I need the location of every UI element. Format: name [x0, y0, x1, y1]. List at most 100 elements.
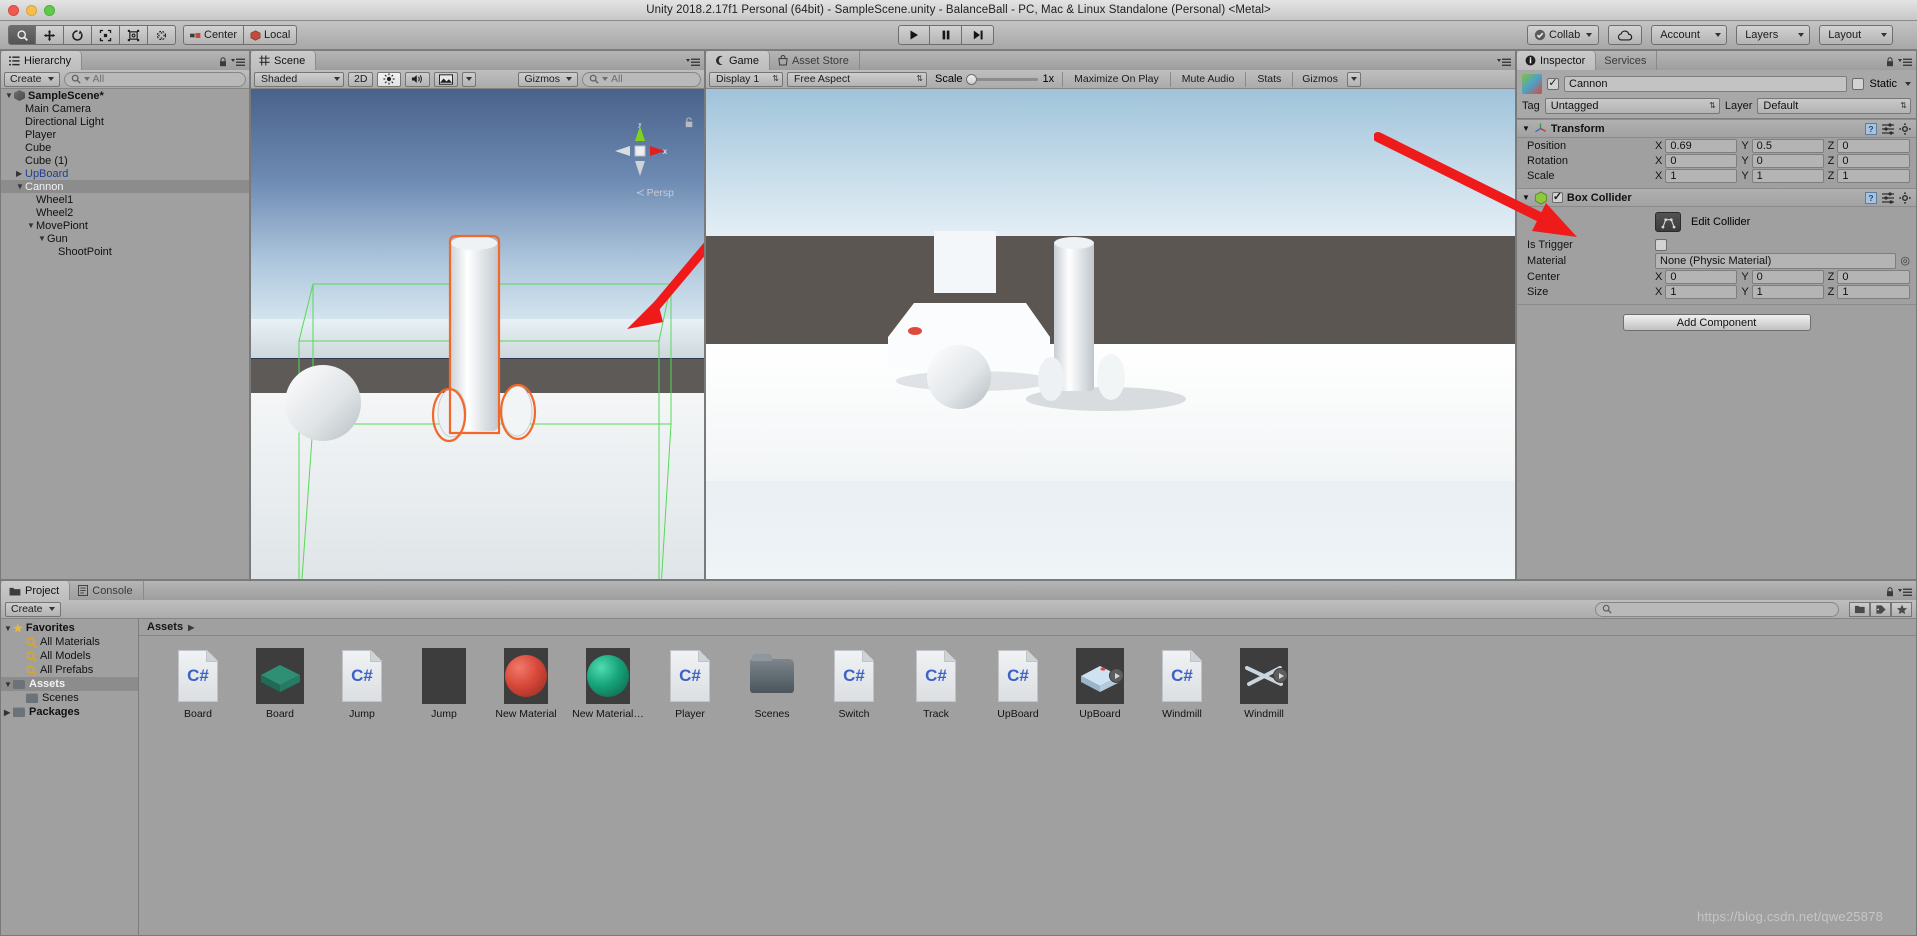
- layout-button[interactable]: Layout: [1819, 25, 1894, 45]
- prefab-badge-icon[interactable]: [1109, 668, 1124, 683]
- cloud-button[interactable]: [1608, 25, 1643, 45]
- asset-item[interactable]: C# Windmill: [1151, 648, 1213, 720]
- game-gizmos-toggle[interactable]: Gizmos: [1297, 72, 1343, 87]
- pause-button[interactable]: [930, 25, 962, 45]
- axis-z-input[interactable]: 1: [1837, 168, 1910, 183]
- maximize-on-play-toggle[interactable]: Maximize On Play: [1067, 72, 1166, 87]
- hierarchy-item[interactable]: Player: [1, 128, 249, 141]
- axis-y-input[interactable]: 0.5: [1751, 138, 1824, 153]
- maximize-window-button[interactable]: [44, 5, 55, 16]
- material-field[interactable]: None (Physic Material): [1655, 252, 1897, 269]
- project-create-button[interactable]: Create: [5, 601, 61, 617]
- hierarchy-search-input[interactable]: All: [63, 71, 246, 87]
- axis-y-input[interactable]: 1: [1751, 168, 1824, 183]
- scene-audio-toggle[interactable]: [405, 71, 431, 87]
- axis-x-input[interactable]: 0.69: [1665, 138, 1738, 153]
- scene-lock-icon[interactable]: [684, 117, 694, 128]
- hierarchy-item[interactable]: ▶ UpBoard: [1, 167, 249, 180]
- hierarchy-item[interactable]: Main Camera: [1, 102, 249, 115]
- pivot-mode-button[interactable]: Center: [183, 25, 245, 45]
- object-enabled-checkbox[interactable]: [1547, 78, 1559, 90]
- mute-audio-toggle[interactable]: Mute Audio: [1175, 72, 1242, 87]
- preset-icon[interactable]: [1882, 191, 1894, 204]
- project-tree-item[interactable]: ▼ Assets: [1, 677, 138, 691]
- static-checkbox[interactable]: [1852, 78, 1865, 90]
- transform-tools-group[interactable]: [8, 25, 176, 45]
- axis-z-input[interactable]: 0: [1837, 269, 1910, 284]
- project-panel-controls[interactable]: [1886, 587, 1912, 597]
- scene-projection-label[interactable]: ≺ Persp: [636, 187, 674, 199]
- preset-icon[interactable]: [1882, 122, 1894, 135]
- filter-by-type-button[interactable]: [1849, 601, 1870, 617]
- hand-tool-button[interactable]: [8, 25, 36, 45]
- asset-item[interactable]: C# Track: [905, 648, 967, 720]
- axis-y-input[interactable]: 0: [1751, 269, 1824, 284]
- asset-item[interactable]: C# Player: [659, 648, 721, 720]
- game-display-dropdown[interactable]: Display 1 ⇅: [709, 71, 783, 87]
- hierarchy-item[interactable]: ▼ Gun: [1, 232, 249, 245]
- close-window-button[interactable]: [8, 5, 19, 16]
- is-trigger-checkbox[interactable]: [1655, 238, 1667, 251]
- help-icon[interactable]: ?: [1865, 122, 1877, 135]
- game-panel-controls[interactable]: [1497, 58, 1511, 67]
- move-tool-button[interactable]: [36, 25, 64, 45]
- axis-z-input[interactable]: 0: [1837, 153, 1910, 168]
- project-tree-item[interactable]: All Materials: [1, 635, 138, 649]
- scene-viewport[interactable]: y x ≺ Persp: [251, 89, 704, 579]
- axis-x-input[interactable]: 1: [1665, 168, 1738, 183]
- hierarchy-item[interactable]: Cube (1): [1, 154, 249, 167]
- tab-project[interactable]: Project: [1, 581, 71, 600]
- hierarchy-item[interactable]: ▼ Cannon: [1, 180, 249, 193]
- pivot-rotation-button[interactable]: Local: [244, 25, 298, 45]
- favorites-filter-button[interactable]: [1891, 601, 1912, 617]
- asset-item[interactable]: C# Jump: [331, 648, 393, 720]
- edit-collider-button[interactable]: [1655, 212, 1681, 232]
- hierarchy-item[interactable]: Directional Light: [1, 115, 249, 128]
- hierarchy-item[interactable]: ShootPoint: [1, 245, 249, 258]
- scene-orientation-gizmo[interactable]: y x: [612, 123, 668, 179]
- step-button[interactable]: [962, 25, 994, 45]
- hierarchy-create-button[interactable]: Create: [4, 71, 60, 87]
- scene-draw-mode-dropdown[interactable]: Shaded: [254, 71, 344, 87]
- axis-z-input[interactable]: 1: [1837, 284, 1910, 299]
- scale-slider-handle[interactable]: [965, 73, 977, 85]
- breadcrumb[interactable]: Assets ▶: [139, 619, 1916, 636]
- gear-icon[interactable]: [1899, 191, 1911, 204]
- playback-controls-group[interactable]: [898, 25, 994, 45]
- scene-gizmos-dropdown[interactable]: Gizmos: [518, 71, 579, 87]
- chevron-down-icon[interactable]: [1905, 82, 1911, 86]
- axis-x-input[interactable]: 0: [1665, 269, 1738, 284]
- axis-y-input[interactable]: 1: [1751, 284, 1824, 299]
- expand-triangle-right-icon[interactable]: ▶: [16, 169, 25, 178]
- pivot-controls-group[interactable]: Center Local: [183, 25, 298, 45]
- expand-triangle-down-icon[interactable]: ▼: [38, 234, 47, 243]
- box-collider-enabled-checkbox[interactable]: [1551, 192, 1563, 203]
- help-icon[interactable]: ?: [1865, 191, 1877, 204]
- tab-hierarchy[interactable]: Hierarchy: [1, 51, 83, 70]
- project-search-input[interactable]: [1595, 601, 1839, 617]
- scene-2d-toggle[interactable]: 2D: [348, 71, 374, 87]
- asset-item[interactable]: Jump: [413, 648, 475, 720]
- asset-item[interactable]: New Material: [495, 648, 557, 720]
- asset-item[interactable]: UpBoard: [1069, 648, 1131, 720]
- tab-scene[interactable]: Scene: [251, 51, 317, 70]
- axis-x-input[interactable]: 0: [1665, 153, 1738, 168]
- expand-triangle-down-icon[interactable]: ▼: [4, 624, 13, 633]
- expand-triangle-right-icon[interactable]: ▶: [4, 708, 13, 717]
- scene-fx-dropdown[interactable]: [462, 71, 477, 87]
- expand-triangle-down-icon[interactable]: ▼: [16, 182, 25, 191]
- hierarchy-tree[interactable]: ▼ SampleScene* Main Camera Directional Ligh…: [1, 89, 249, 579]
- scene-panel-controls[interactable]: [686, 58, 700, 67]
- asset-item[interactable]: New Material…: [572, 648, 644, 720]
- asset-item[interactable]: Windmill: [1233, 648, 1295, 720]
- minimize-window-button[interactable]: [26, 5, 37, 16]
- asset-item[interactable]: Scenes: [741, 648, 803, 720]
- collab-button[interactable]: Collab: [1527, 25, 1600, 45]
- layers-button[interactable]: Layers: [1736, 25, 1811, 45]
- expand-triangle-down-icon[interactable]: ▼: [5, 91, 14, 100]
- project-folder-tree[interactable]: ▼ ★ Favorites All Materials All Models All Pr…: [1, 619, 139, 935]
- game-aspect-dropdown[interactable]: Free Aspect ⇅: [787, 71, 927, 87]
- box-collider-component-header[interactable]: ▼ Box Collider ?: [1517, 188, 1916, 207]
- scale-tool-button[interactable]: [92, 25, 120, 45]
- prefab-badge-icon[interactable]: [1273, 668, 1288, 683]
